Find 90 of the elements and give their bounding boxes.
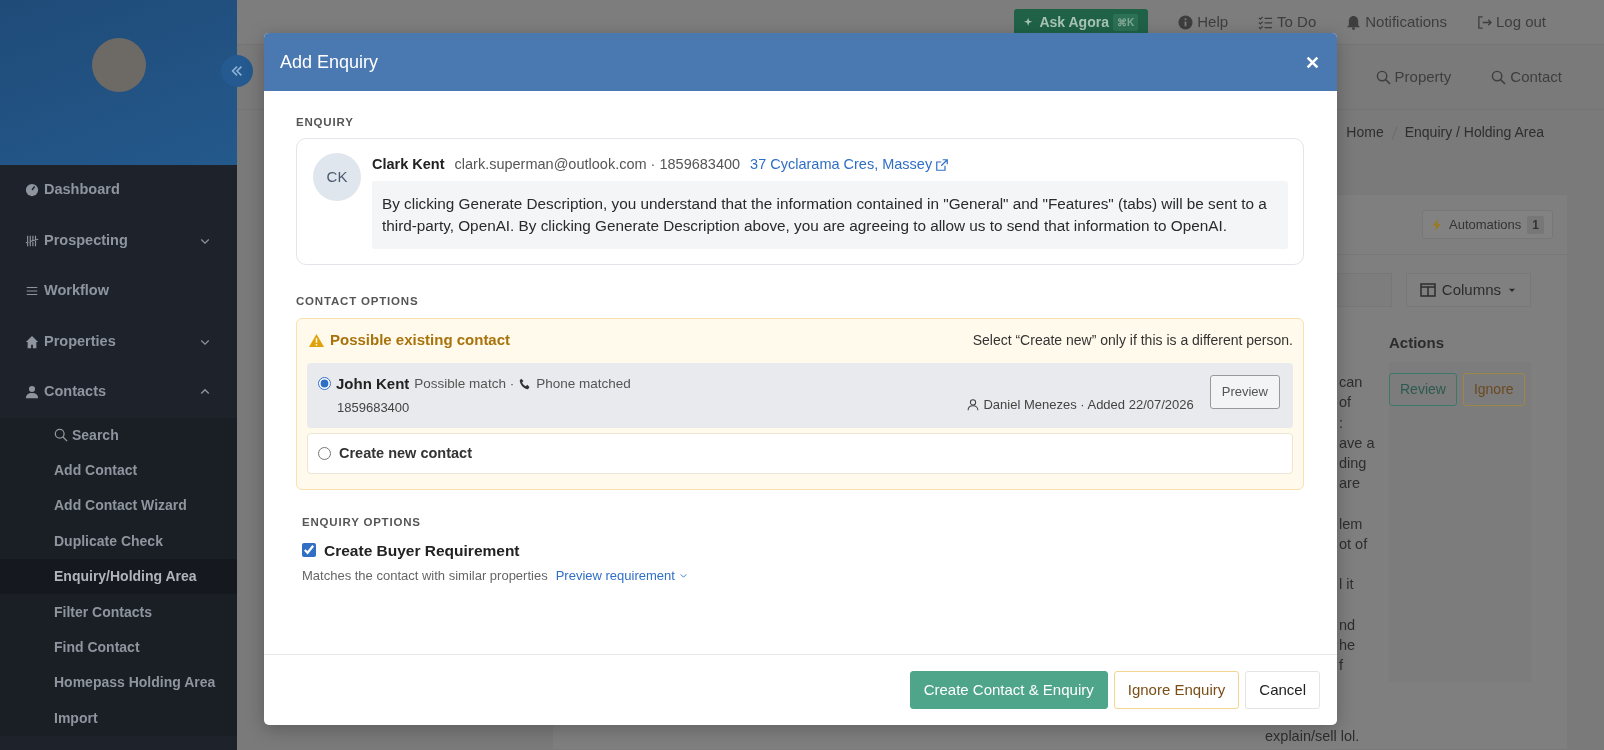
checkbox-label: Create Buyer Requirement <box>324 540 520 561</box>
table-cell-text: of <box>1339 393 1353 413</box>
sidebar-subitem[interactable]: Enquiry/Holding Area <box>0 559 237 595</box>
collapse-button[interactable] <box>221 55 253 87</box>
table-cell-text: ot of <box>1339 535 1369 555</box>
section-label: ENQUIRY OPTIONS <box>302 515 422 531</box>
shortcut-hint: ⌘K <box>1112 13 1139 31</box>
contact-option[interactable]: Create new contact <box>307 432 1293 475</box>
info-icon <box>1178 14 1194 30</box>
sidebar-subitem[interactable]: Add Contact <box>0 452 237 489</box>
sidebar-item-label[interactable]: Prospecting <box>44 229 128 252</box>
sidebar-subitem-label[interactable]: Search <box>72 424 119 446</box>
house-icon <box>25 334 39 349</box>
table-cell-text: ave a <box>1339 433 1376 453</box>
table-cell-text: lem <box>1339 514 1364 534</box>
top-link[interactable]: Help <box>1197 10 1229 34</box>
double-chevron-icon <box>230 64 244 78</box>
table-cell-text: explain/sell lol. <box>1265 726 1361 746</box>
table-cell-text: l it <box>1339 575 1355 595</box>
gauge-icon <box>25 183 39 198</box>
column-header: Actions <box>1389 333 1445 354</box>
lightning-icon <box>1431 217 1444 232</box>
person-icon <box>25 385 39 400</box>
search-field[interactable] <box>1336 273 1392 307</box>
radio-button[interactable] <box>318 377 331 391</box>
preview-button[interactable]: Preview <box>1209 375 1280 409</box>
warning-icon <box>309 333 324 348</box>
count-badge: 1 <box>1527 215 1544 234</box>
bell-icon <box>1346 14 1362 30</box>
section-label: CONTACT OPTIONS <box>296 294 420 310</box>
contact-details: clark.superman@outlook.com · 1859683400 <box>454 155 741 175</box>
breadcrumb-item[interactable]: Enquiry / Holding Area <box>1404 122 1544 143</box>
sidebar-item-label[interactable]: Properties <box>44 330 116 353</box>
table-cell-text: are <box>1339 474 1361 494</box>
owner-text: Daniel Menezes · Added 22/07/2026 <box>983 396 1194 415</box>
match-name: John Kent <box>336 373 410 394</box>
top-link[interactable]: Notifications <box>1365 10 1447 34</box>
enquiry-message: By clicking Generate Description, you understand that the information contained in "General" and "Features" (tabs) will be sent to a third-party, OpenAI. By clicking Generate Description above, you are agreeing to allow us to send that information to OpenAI. <box>372 181 1288 250</box>
address-link[interactable]: 37 Cyclarama Cres, Massey <box>750 154 949 177</box>
columns-icon <box>1419 282 1436 298</box>
person-icon <box>967 399 980 411</box>
table-cell-text: he <box>1339 635 1357 655</box>
tally-icon <box>25 233 39 248</box>
logout-icon <box>1476 14 1492 30</box>
warning-title: Possible existing contact <box>330 330 511 351</box>
checkbox[interactable] <box>302 543 316 558</box>
sidebar-item-label[interactable]: Dashboard <box>44 179 120 202</box>
match-reason: Phone matched <box>536 374 631 393</box>
avatar-initials: CK <box>313 153 361 202</box>
sidebar-subitem[interactable]: Duplicate Check <box>0 523 237 560</box>
sidebar-item-label[interactable]: Contacts <box>44 381 107 404</box>
phone-icon <box>519 377 532 390</box>
search-icon <box>1375 69 1391 85</box>
automations-button[interactable]: Automations 1 <box>1422 209 1553 240</box>
breadcrumb-item[interactable]: Home <box>1346 122 1384 143</box>
match-phone: 1859683400 <box>336 399 411 417</box>
close-icon <box>1306 55 1319 69</box>
table-cell-text: ding <box>1339 454 1368 474</box>
option-label: Create new contact <box>339 443 472 463</box>
create-button[interactable]: Create Contact & Enquiry <box>909 670 1108 710</box>
table-cell-text: nd <box>1339 615 1357 635</box>
radio-button[interactable] <box>318 446 331 460</box>
sidebar-subitem[interactable]: Find Contact <box>0 629 237 666</box>
sidebar-subitem[interactable]: Add Contact Wizard <box>0 488 237 524</box>
cancel-button[interactable]: Cancel <box>1245 670 1320 710</box>
close-button[interactable] <box>1306 55 1319 69</box>
ask-button[interactable]: Ask Agora ⌘K <box>1014 8 1149 36</box>
contact-name: Clark Kent <box>372 155 445 175</box>
columns-button[interactable]: Columns <box>1405 272 1531 308</box>
hint-text: Select “Create new” only if this is a different person. <box>972 331 1293 350</box>
table-cell-text: f <box>1339 656 1345 676</box>
top-link[interactable]: Log out <box>1495 10 1546 34</box>
section-label: ENQUIRY <box>296 115 355 130</box>
ignore-button[interactable]: Ignore Enquiry <box>1113 670 1240 710</box>
match-note: Possible match · <box>414 374 515 393</box>
search-icon <box>1491 69 1507 85</box>
modal-title: Add Enquiry <box>280 50 379 74</box>
checklist-icon <box>1258 14 1274 30</box>
help-text: Matches the contact with similar properties <box>302 566 548 585</box>
table-cell-text: : <box>1339 413 1345 433</box>
table-cell-text: can <box>1339 373 1364 392</box>
sidebar-item-label[interactable]: Workflow <box>44 280 109 303</box>
external-link-icon <box>936 159 949 172</box>
contact-option[interactable]: John Kent Possible match · Phone matched 1859683400 Daniel Menezes · Added 22/07/2026 Preview <box>307 362 1293 428</box>
sidebar-subitem[interactable]: Filter Contacts <box>0 594 237 630</box>
sidebar-subitem[interactable]: Homepass Holding Area <box>0 665 237 701</box>
sidebar-subitem[interactable]: Import <box>0 700 237 736</box>
chevron-down-icon <box>678 571 688 580</box>
preview-requirement-link[interactable]: Preview requirement <box>555 565 688 586</box>
search-icon <box>54 428 68 443</box>
